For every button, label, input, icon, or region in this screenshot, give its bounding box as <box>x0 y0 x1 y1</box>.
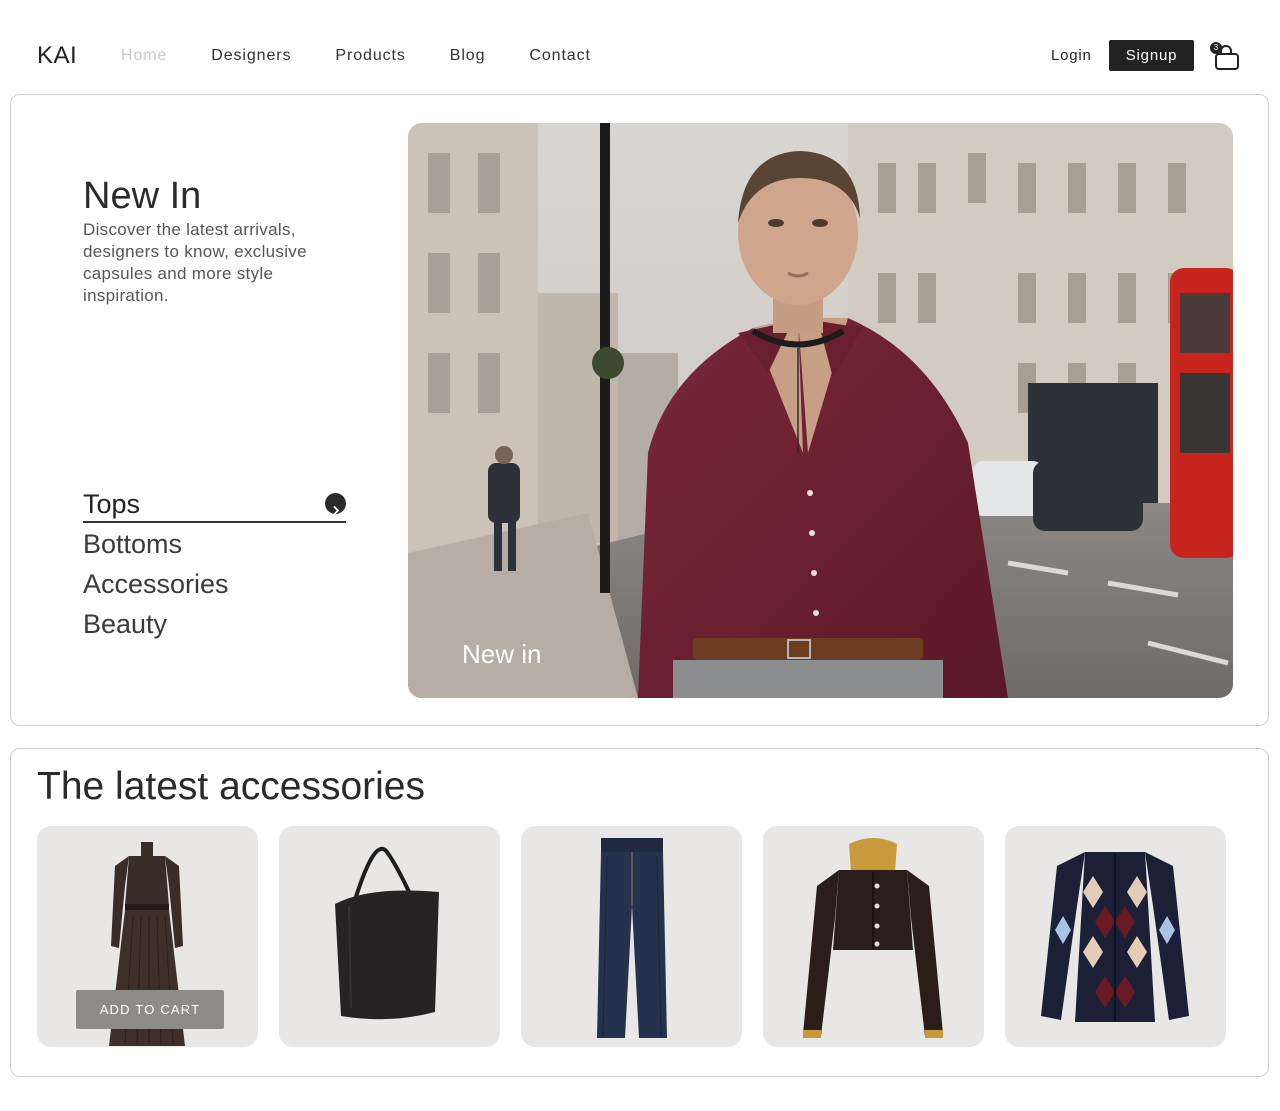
logo[interactable]: KAI <box>37 42 77 70</box>
nav-link-blog[interactable]: Blog <box>450 47 486 65</box>
login-link[interactable]: Login <box>1051 47 1092 64</box>
product-card-argyle-cardigan[interactable] <box>1005 826 1226 1047</box>
category-bottoms[interactable]: Bottoms <box>83 525 346 565</box>
category-list: Tops Bottoms Accessories Beauty <box>83 485 346 645</box>
hero-section: New In Discover the latest arrivals, des… <box>10 94 1269 726</box>
hero-image[interactable]: New in <box>408 123 1233 698</box>
product-card-tote-bag[interactable] <box>279 826 500 1047</box>
category-label: Tops <box>83 489 141 519</box>
nav-link-home[interactable]: Home <box>121 47 167 65</box>
nav-link-designers[interactable]: Designers <box>211 47 291 65</box>
cart-count-badge: 3 <box>1210 42 1222 54</box>
hero-image-caption: New in <box>462 639 542 669</box>
category-tops[interactable]: Tops <box>83 485 346 523</box>
add-to-cart-button[interactable]: ADD TO CART <box>76 990 224 1029</box>
chevron-right-icon[interactable] <box>325 493 346 516</box>
argyle-cardigan-image <box>1041 852 1189 1022</box>
accessories-section: The latest accessories ADD TO CART <box>10 748 1269 1077</box>
tote-bag-image <box>335 846 439 1020</box>
nav-link-products[interactable]: Products <box>335 47 405 65</box>
hero-title: New In <box>83 175 202 217</box>
product-card-leather-jacket[interactable] <box>763 826 984 1047</box>
category-accessories[interactable]: Accessories <box>83 565 346 605</box>
top-navigation: KAI Home Designers Products Blog Contact… <box>0 0 1280 94</box>
category-beauty[interactable]: Beauty <box>83 605 346 645</box>
cart-button[interactable]: 3 <box>1210 42 1242 72</box>
nav-link-contact[interactable]: Contact <box>529 47 590 65</box>
signup-button[interactable]: Signup <box>1109 40 1194 71</box>
accessories-title: The latest accessories <box>37 765 426 808</box>
product-card-jeans[interactable] <box>521 826 742 1047</box>
hero-description: Discover the latest arrivals, designers … <box>83 220 307 305</box>
product-card-dress[interactable]: ADD TO CART <box>37 826 258 1047</box>
nav-links: Home Designers Products Blog Contact <box>121 47 635 65</box>
street-fashion-photo <box>408 123 1233 698</box>
jeans-image <box>597 838 667 1038</box>
leather-jacket-image <box>803 838 943 1038</box>
